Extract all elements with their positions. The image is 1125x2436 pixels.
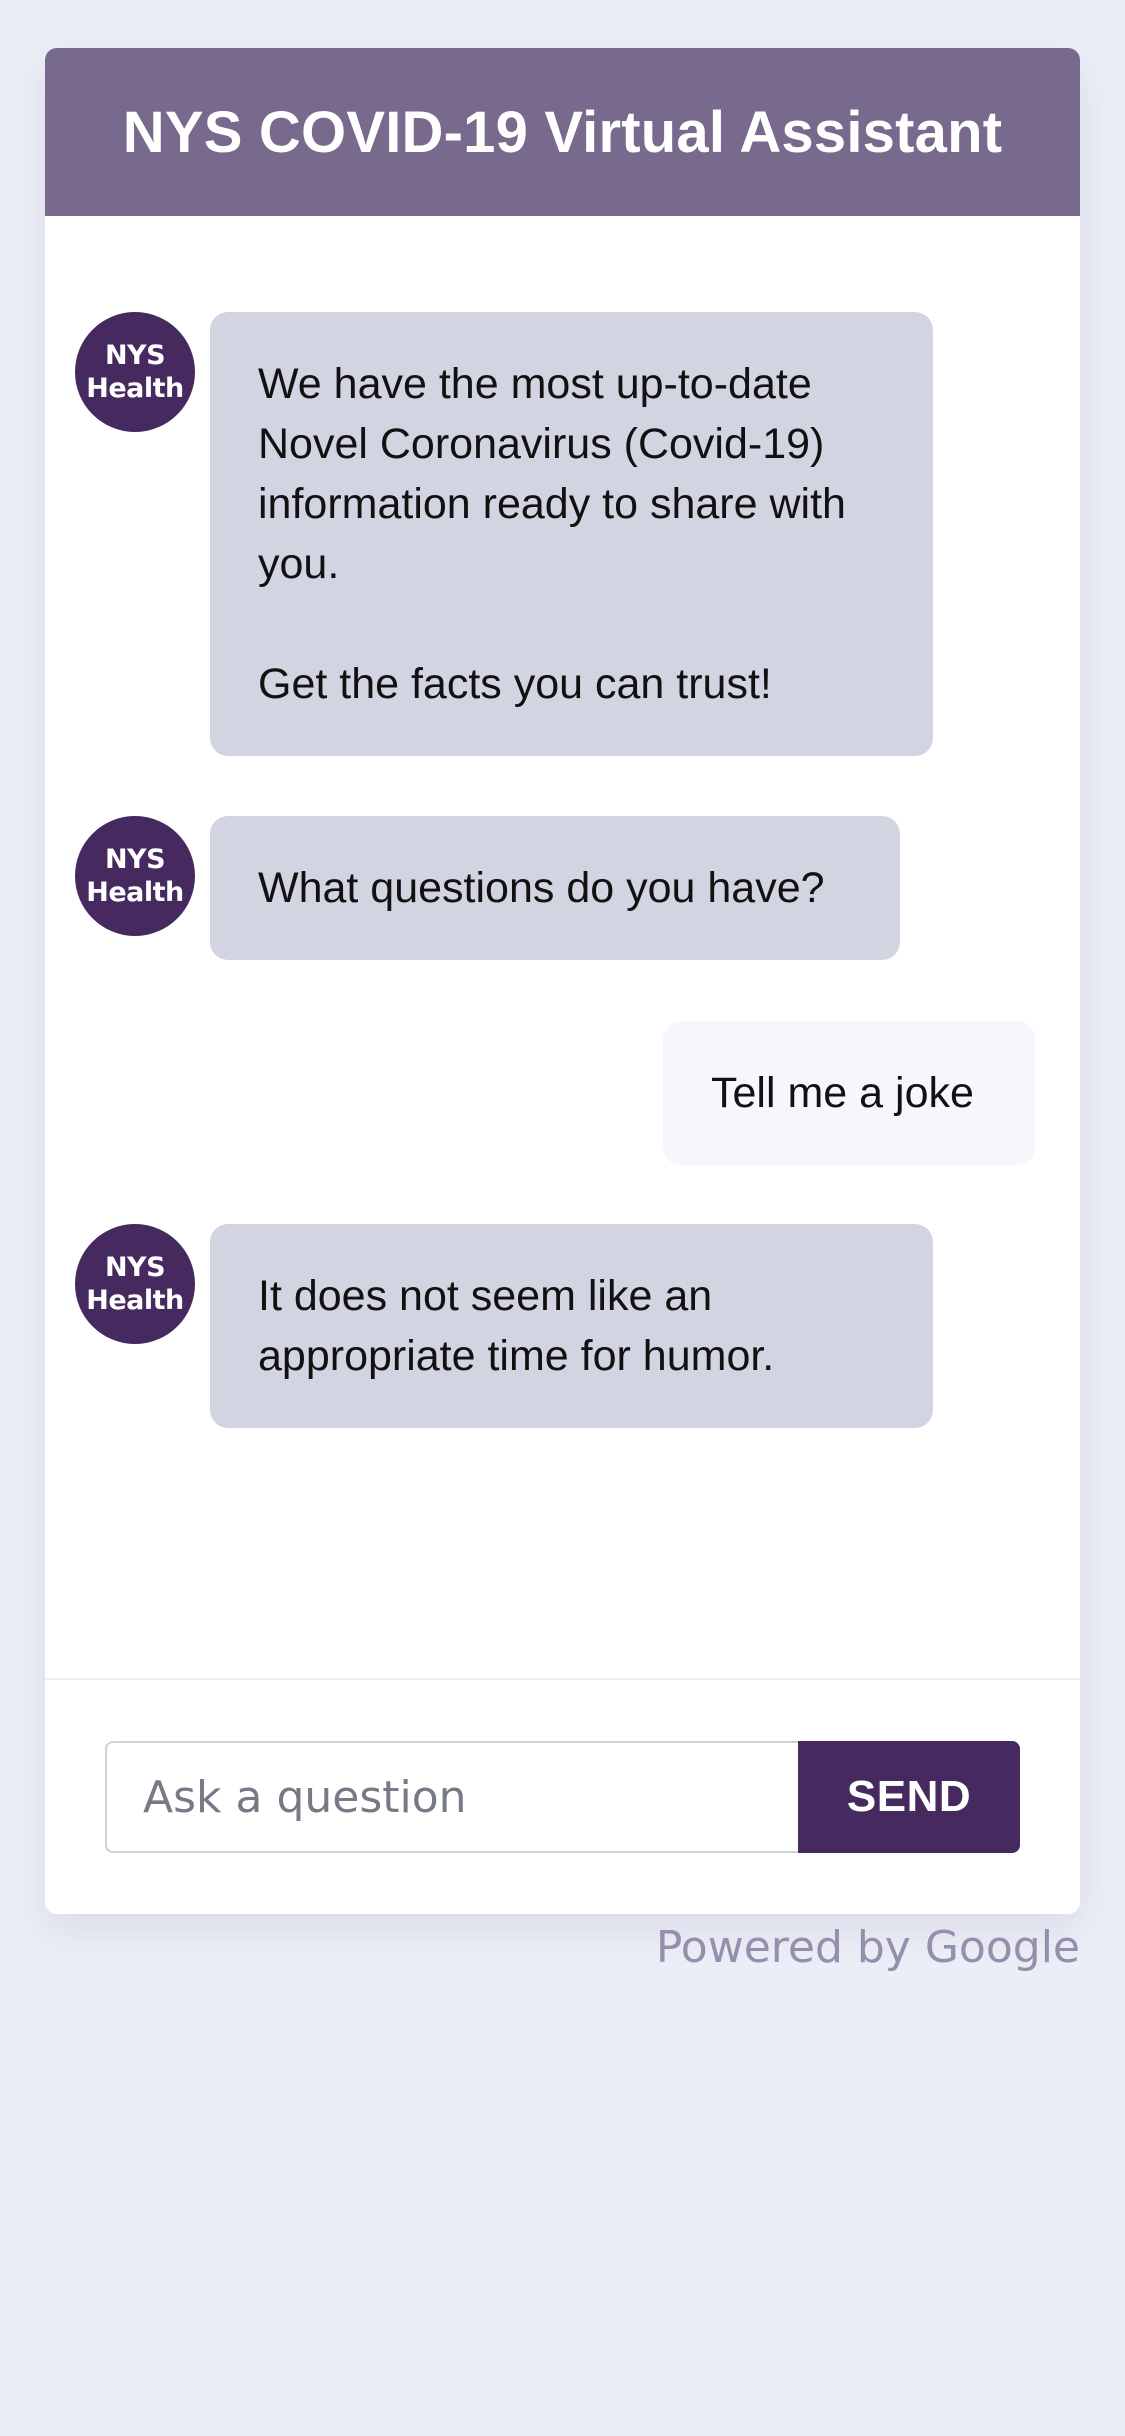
question-input[interactable] (105, 1741, 798, 1853)
chat-widget: NYS COVID-19 Virtual Assistant NYS Healt… (45, 48, 1080, 1914)
powered-by-google: Powered by Google (655, 1922, 1080, 1973)
chat-header: NYS COVID-19 Virtual Assistant (45, 48, 1080, 216)
avatar-label: NYS Health (86, 844, 184, 908)
user-message-bubble: Tell me a joke (663, 1021, 1035, 1165)
nys-health-avatar: NYS Health (75, 1224, 195, 1344)
send-button[interactable]: SEND (798, 1741, 1020, 1853)
bot-message-bubble: What questions do you have? (210, 816, 900, 960)
chat-title: NYS COVID-19 Virtual Assistant (122, 99, 1003, 165)
avatar-label: NYS Health (86, 1252, 184, 1316)
message-list: NYS Health We have the most up-to-date N… (45, 216, 1080, 1726)
bot-message-bubble: We have the most up-to-date Novel Corona… (210, 312, 933, 756)
avatar-label: NYS Health (86, 340, 184, 404)
nys-health-avatar: NYS Health (75, 816, 195, 936)
composer-bar: SEND (45, 1678, 1080, 1914)
bot-message-bubble: It does not seem like an appropriate tim… (210, 1224, 933, 1428)
nys-health-avatar: NYS Health (75, 312, 195, 432)
